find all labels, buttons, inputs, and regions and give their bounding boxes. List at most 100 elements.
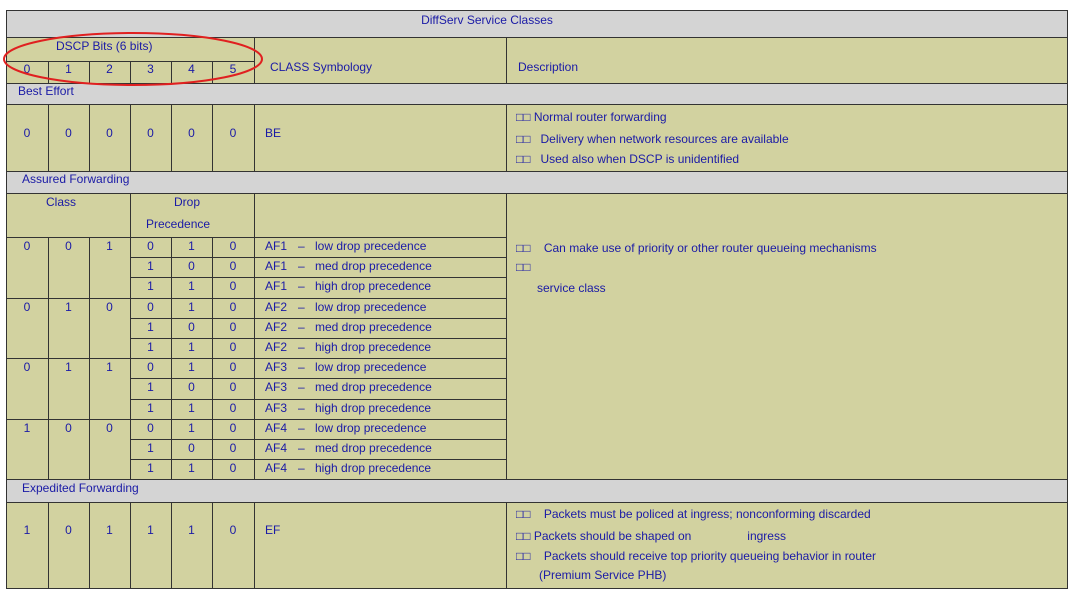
be-symbol: BE bbox=[265, 126, 282, 140]
af-drop-desc: high drop precedence bbox=[315, 340, 432, 354]
af-dash: – bbox=[298, 239, 305, 253]
grid-hline bbox=[6, 419, 506, 420]
grid-vline bbox=[48, 237, 49, 479]
af-precedence-label: Precedence bbox=[146, 217, 211, 231]
af-dash: – bbox=[298, 461, 305, 475]
af-drop-desc: low drop precedence bbox=[315, 421, 427, 435]
grid-vline bbox=[89, 105, 90, 171]
bullet-icon: □□ bbox=[516, 507, 531, 521]
af-drop-desc: med drop precedence bbox=[315, 259, 432, 273]
af-drop-bit: 1 bbox=[188, 340, 195, 354]
af-drop-bit: 0 bbox=[188, 441, 195, 455]
af-desc-2: □□ bbox=[516, 260, 531, 274]
af-class-bit: 0 bbox=[23, 239, 31, 253]
af-dash: – bbox=[298, 340, 305, 354]
grid-vline bbox=[171, 237, 172, 479]
expedited-forwarding-band bbox=[6, 479, 1068, 503]
af-drop-bit: 0 bbox=[188, 259, 195, 273]
af-drop-bit: 0 bbox=[229, 320, 237, 334]
grid-vline bbox=[506, 194, 507, 237]
grid-vline bbox=[48, 503, 49, 589]
grid-hline bbox=[130, 318, 506, 319]
af-class-bit: 0 bbox=[106, 300, 113, 314]
af-dash: – bbox=[298, 360, 305, 374]
grid-vline bbox=[48, 105, 49, 171]
af-drop-bit: 1 bbox=[147, 340, 154, 354]
af-symbol: AF2 bbox=[265, 340, 288, 354]
af-class-bit: 1 bbox=[65, 300, 72, 314]
bullet-icon: □□ bbox=[516, 241, 531, 255]
af-class-bit: 0 bbox=[23, 360, 31, 374]
af-drop-bit: 1 bbox=[147, 320, 154, 334]
af-symbol: AF2 bbox=[265, 300, 288, 314]
af-drop-desc: high drop precedence bbox=[315, 279, 432, 293]
af-class-bit: 0 bbox=[106, 421, 113, 435]
ef-bit: 1 bbox=[188, 523, 195, 537]
af-dash: – bbox=[298, 421, 305, 435]
bullet-icon: □□ bbox=[516, 132, 531, 146]
af-class-bit: 0 bbox=[65, 421, 72, 435]
grid-vline bbox=[254, 237, 255, 479]
af-class-bit: 1 bbox=[65, 360, 72, 374]
grid-hline bbox=[130, 459, 506, 460]
af-dash: – bbox=[298, 441, 305, 455]
af-drop-bit: 0 bbox=[229, 259, 237, 273]
af-drop-bit: 1 bbox=[147, 441, 154, 455]
af-drop-bit: 0 bbox=[229, 360, 237, 374]
grid-vline bbox=[506, 105, 507, 171]
af-symbol: AF3 bbox=[265, 360, 288, 374]
af-drop-bit: 0 bbox=[188, 380, 195, 394]
be-bit: 0 bbox=[188, 126, 195, 140]
af-drop-bit: 0 bbox=[229, 441, 237, 455]
af-drop-bit: 1 bbox=[147, 259, 154, 273]
ef-desc-2: □□ Packets should be shaped on ingress bbox=[516, 529, 786, 543]
ef-bit: 1 bbox=[147, 523, 154, 537]
af-drop-bit: 0 bbox=[188, 320, 195, 334]
grid-vline bbox=[254, 194, 255, 237]
be-bit: 0 bbox=[106, 126, 113, 140]
be-desc-1: □□ Normal router forwarding bbox=[516, 110, 667, 124]
af-class-bit: 1 bbox=[23, 421, 31, 435]
af-drop-bit: 1 bbox=[188, 401, 195, 415]
af-drop-bit: 0 bbox=[229, 239, 237, 253]
grid-vline bbox=[506, 38, 507, 83]
af-drop-bit: 0 bbox=[147, 300, 154, 314]
grid-hline bbox=[130, 257, 506, 258]
af-drop-bit: 1 bbox=[147, 401, 154, 415]
bullet-icon: □□ bbox=[516, 529, 531, 543]
grid-vline bbox=[171, 503, 172, 589]
af-desc-3: service class bbox=[537, 281, 606, 295]
af-class-bit: 0 bbox=[23, 300, 31, 314]
grid-vline bbox=[130, 237, 131, 479]
af-drop-desc: low drop precedence bbox=[315, 300, 427, 314]
af-drop-bit: 1 bbox=[188, 360, 195, 374]
af-symbol: AF3 bbox=[265, 401, 288, 415]
be-desc-3: □□ Used also when DSCP is unidentified bbox=[516, 152, 740, 166]
grid-hline bbox=[130, 338, 506, 339]
af-drop-bit: 0 bbox=[229, 300, 237, 314]
af-class-label: Class bbox=[46, 195, 77, 209]
af-drop-bit: 0 bbox=[229, 421, 237, 435]
af-dash: – bbox=[298, 401, 305, 415]
grid-hline bbox=[6, 358, 506, 359]
af-drop-desc: high drop precedence bbox=[315, 461, 432, 475]
ef-bit: 1 bbox=[23, 523, 31, 537]
be-bit: 0 bbox=[147, 126, 154, 140]
ef-bit: 1 bbox=[106, 523, 113, 537]
af-drop-bit: 1 bbox=[188, 421, 195, 435]
ef-bit: 0 bbox=[65, 523, 72, 537]
af-class-bit: 0 bbox=[65, 239, 72, 253]
af-symbol: AF4 bbox=[265, 441, 288, 455]
expedited-forwarding-title: Expedited Forwarding bbox=[22, 481, 139, 495]
grid-vline bbox=[171, 105, 172, 171]
af-drop-desc: low drop precedence bbox=[315, 360, 427, 374]
af-drop-desc: low drop precedence bbox=[315, 239, 427, 253]
af-symbol: AF1 bbox=[265, 239, 288, 253]
af-drop-bit: 0 bbox=[147, 360, 154, 374]
grid-hline bbox=[130, 378, 506, 379]
grid-vline bbox=[506, 237, 507, 479]
af-symbol: AF1 bbox=[265, 279, 288, 293]
grid-vline bbox=[89, 503, 90, 589]
af-drop-bit: 0 bbox=[229, 401, 237, 415]
grid-vline bbox=[130, 105, 131, 171]
